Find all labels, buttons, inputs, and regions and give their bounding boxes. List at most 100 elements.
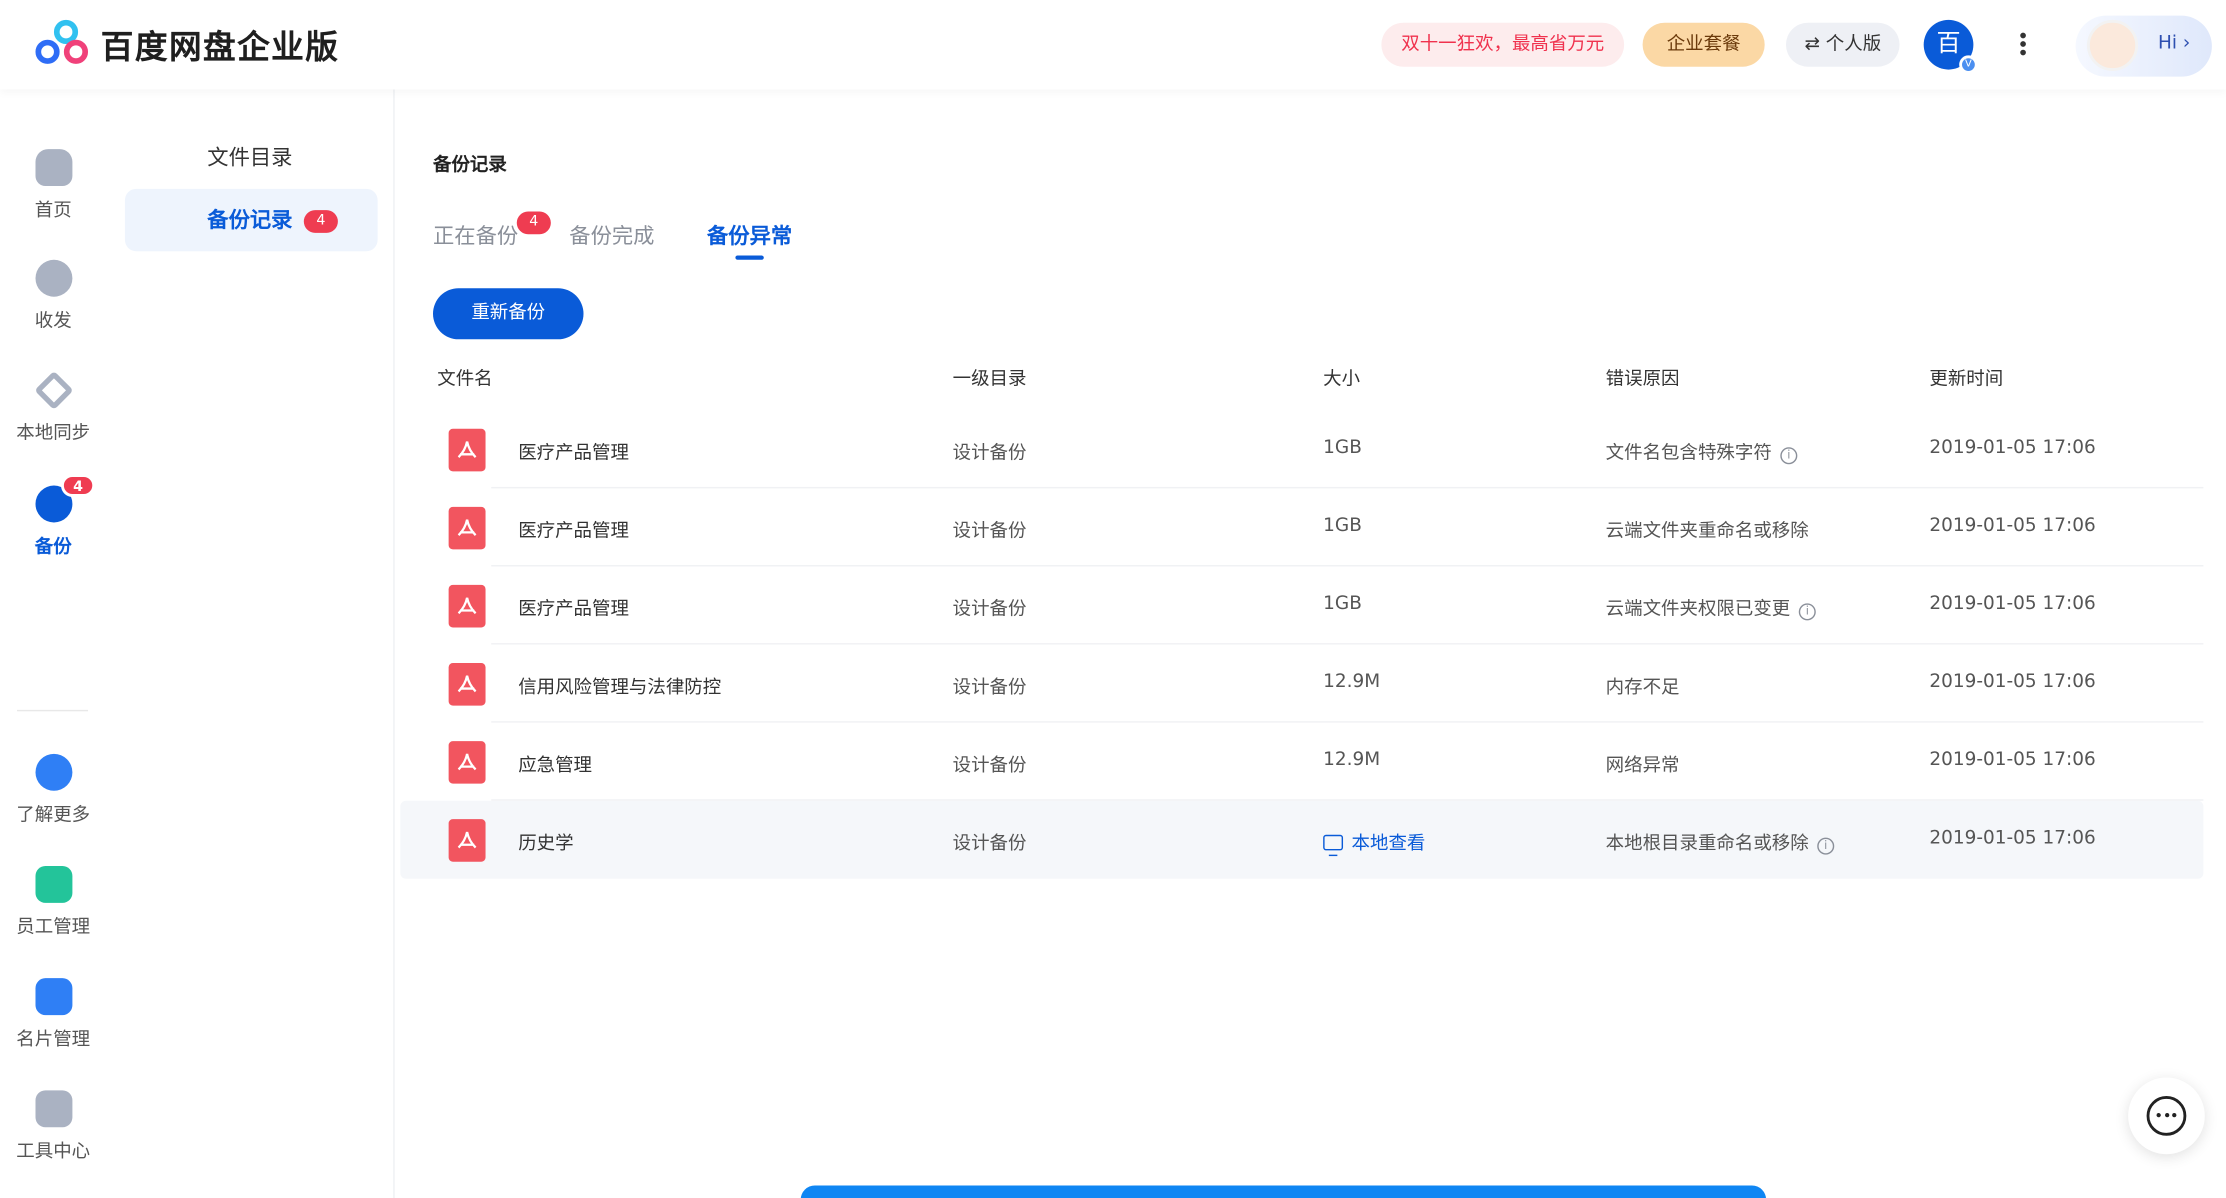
file-name[interactable]: 应急管理 — [518, 750, 592, 776]
more-menu-button[interactable] — [2013, 30, 2033, 61]
active-tab-indicator — [735, 255, 764, 260]
column-header-update-time[interactable]: 更新时间 — [1929, 363, 2003, 390]
chat-float-button[interactable] — [2128, 1077, 2205, 1155]
dot-icon — [2020, 32, 2026, 39]
table-row[interactable]: 应急管理 设计备份 12.9M 网络异常 2019-01-05 17:06 — [400, 723, 2204, 801]
rail-label: 名片管理 — [16, 1029, 91, 1051]
column-header-directory[interactable]: 一级目录 — [953, 363, 1027, 390]
main-content: 备份记录 正在备份 4 备份完成 备份异常 重新备份 文件名 一级目录 大小 错… — [396, 89, 2226, 1198]
dot-icon — [2020, 41, 2026, 47]
rail-label: 工具中心 — [16, 1141, 91, 1163]
rebackup-button[interactable]: 重新备份 — [433, 288, 584, 340]
tab-failed[interactable]: 备份异常 — [707, 220, 793, 260]
table-row[interactable]: 医疗产品管理 设计备份 1GB 文件名包含特殊字符 i 2019-01-05 17… — [400, 410, 2204, 489]
personal-edition-button[interactable]: ⇄ 个人版 — [1785, 22, 1900, 67]
monitor-icon — [1323, 834, 1344, 857]
update-time: 2019-01-05 17:06 — [1929, 671, 2096, 693]
records-badge: 4 — [303, 210, 338, 233]
error-reason: 内存不足 — [1605, 672, 1680, 699]
tab-label: 备份异常 — [707, 222, 793, 249]
error-reason-text: 本地根目录重命名或移除 — [1605, 833, 1809, 855]
error-reason-text: 云端文件夹权限已变更 — [1605, 599, 1791, 621]
dot-icon — [2020, 49, 2026, 56]
info-icon[interactable]: i — [1817, 837, 1835, 855]
subnav-label: 备份记录 — [207, 207, 293, 233]
update-time: 2019-01-05 17:06 — [1929, 593, 2096, 615]
rail-label: 收发 — [34, 310, 72, 333]
rail-item-home[interactable]: 首页 — [0, 149, 106, 221]
backup-subnav: 文件目录 备份记录 4 — [106, 89, 395, 1198]
update-time: 2019-01-05 17:06 — [1929, 749, 2096, 771]
pdf-file-icon — [448, 584, 486, 628]
table-row[interactable]: 医疗产品管理 设计备份 1GB 云端文件夹权限已变更 i 2019-01-05 1… — [400, 566, 2204, 645]
rail-item-more[interactable]: 了解更多 — [0, 753, 106, 826]
file-directory: 设计备份 — [952, 599, 1027, 621]
error-reason: 云端文件夹权限已变更 i — [1605, 593, 1816, 621]
error-reason: 本地根目录重命名或移除 i — [1606, 828, 1835, 855]
rail-item-backup[interactable]: 备份 4 — [0, 474, 106, 558]
file-size: 1GB — [1323, 515, 1362, 537]
error-reason-text: 内存不足 — [1605, 677, 1680, 699]
error-reason-text: 网络异常 — [1605, 755, 1680, 777]
column-header-size[interactable]: 大小 — [1323, 363, 1360, 390]
file-directory: 设计备份 — [952, 677, 1027, 699]
view-local-link[interactable]: 本地查看 — [1323, 828, 1426, 857]
verified-badge: V — [1959, 55, 1978, 74]
page-title: 备份记录 — [433, 154, 507, 177]
pdf-file-icon — [448, 741, 486, 784]
bottom-progress-bar[interactable] — [800, 1185, 1767, 1198]
pdf-file-icon — [448, 506, 486, 550]
rail-label: 首页 — [34, 200, 72, 222]
rail-item-staff[interactable]: 员工管理 — [0, 866, 106, 938]
tab-backing-up[interactable]: 正在备份 4 — [433, 211, 551, 250]
pdf-file-icon — [448, 819, 486, 862]
info-icon[interactable]: i — [1798, 603, 1816, 621]
rail-label: 员工管理 — [16, 917, 91, 939]
info-icon[interactable]: i — [1780, 447, 1798, 465]
error-reason: 网络异常 — [1605, 750, 1680, 777]
rail-item-sync[interactable]: 本地同步 — [0, 370, 106, 445]
error-reason-text: 云端文件夹重命名或移除 — [1605, 521, 1809, 543]
table-row[interactable]: 医疗产品管理 设计备份 1GB 云端文件夹重命名或移除 2019-01-05 1… — [400, 488, 2204, 567]
table-row[interactable]: 历史学 设计备份 本地查看 本地根目录重命名或移除 i 2019-01-05 17… — [400, 800, 2204, 879]
rail-item-cards[interactable]: 名片管理 — [0, 978, 106, 1051]
rail-divider — [17, 709, 89, 712]
file-name[interactable]: 信用风险管理与法律防控 — [518, 672, 721, 698]
file-name[interactable]: 医疗产品管理 — [518, 593, 629, 620]
promo-banner[interactable]: 双十一狂欢，最高省万元 — [1381, 22, 1625, 67]
view-local-label: 本地查看 — [1351, 833, 1426, 855]
top-bar: 百度网盘企业版 双十一狂欢，最高省万元 企业套餐 ⇄ 个人版 百 V Hi › — [0, 0, 2226, 90]
file-name[interactable]: 医疗产品管理 — [518, 437, 629, 464]
assistant-avatar-icon — [2086, 19, 2139, 71]
user-avatar[interactable]: 百 V — [1923, 19, 1978, 74]
assistant-hi-label: Hi › — [2157, 32, 2191, 54]
home-icon — [34, 149, 72, 186]
pdf-file-icon — [448, 428, 486, 472]
enterprise-package-button[interactable]: 企业套餐 — [1642, 22, 1765, 67]
file-directory: 设计备份 — [952, 521, 1027, 543]
staff-icon — [34, 866, 72, 903]
file-size: 1GB — [1323, 437, 1362, 459]
tab-completed[interactable]: 备份完成 — [569, 220, 654, 250]
more-icon — [34, 753, 72, 791]
file-name[interactable]: 医疗产品管理 — [518, 515, 629, 542]
transfer-icon — [34, 259, 72, 297]
subnav-item-records[interactable]: 备份记录 4 — [124, 188, 378, 252]
assistant-greeting[interactable]: Hi › — [2075, 15, 2212, 77]
file-size: 12.9M — [1323, 749, 1381, 771]
tab-label: 备份完成 — [569, 222, 655, 249]
column-header-filename[interactable]: 文件名 — [437, 363, 492, 390]
subnav-item-directory[interactable]: 文件目录 — [125, 126, 378, 188]
column-header-error-reason[interactable]: 错误原因 — [1606, 363, 1680, 390]
rail-item-tools[interactable]: 工具中心 — [0, 1090, 106, 1163]
sync-icon — [33, 370, 73, 410]
file-name[interactable]: 历史学 — [518, 828, 573, 854]
table-row[interactable]: 信用风险管理与法律防控 设计备份 12.9M 内存不足 2019-01-05 1… — [400, 645, 2204, 723]
app-logo[interactable]: 百度网盘企业版 — [35, 19, 340, 68]
subnav-label: 文件目录 — [207, 144, 293, 171]
app-title: 百度网盘企业版 — [100, 29, 340, 67]
baidu-netdisk-logo-icon — [35, 19, 92, 68]
rail-item-transfer[interactable]: 收发 — [0, 259, 106, 333]
rail-label: 本地同步 — [16, 423, 91, 445]
file-size: 1GB — [1323, 593, 1362, 615]
